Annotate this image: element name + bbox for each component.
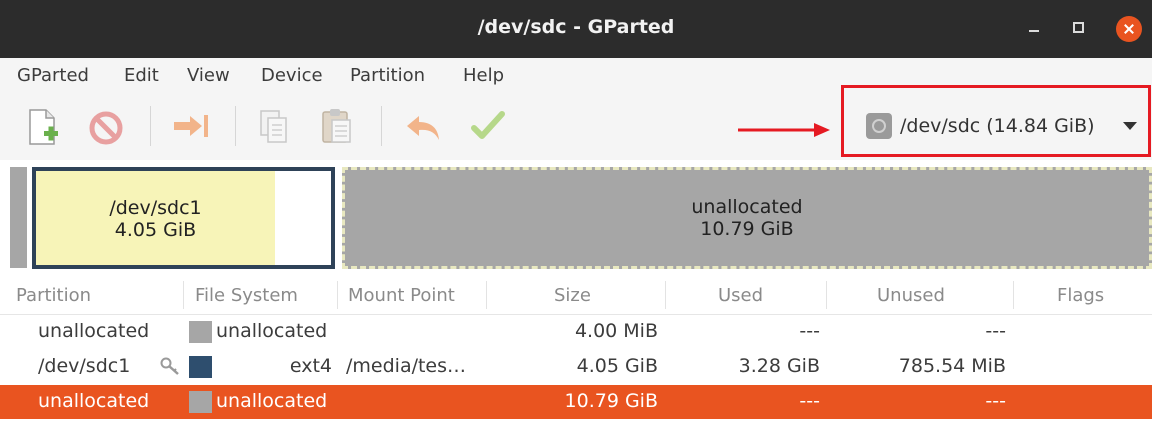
cell-partition: unallocated xyxy=(38,390,150,412)
col-size[interactable]: Size xyxy=(554,285,591,306)
menu-view[interactable]: View xyxy=(187,65,230,86)
cell-used: 3.28 GiB xyxy=(738,355,820,377)
cell-mount: /media/tes… xyxy=(346,355,467,377)
cell-unused: --- xyxy=(985,390,1006,412)
filesystem-color-swatch xyxy=(189,321,212,343)
toolbar-separator xyxy=(235,106,236,146)
partition-sdc1-text: /dev/sdc1 4.05 GiB xyxy=(36,197,275,241)
partition-table: Partition File System Mount Point Size U… xyxy=(0,275,1152,421)
cell-filesystem: unallocated xyxy=(216,390,328,412)
apply-icon[interactable] xyxy=(470,108,506,144)
menu-partition[interactable]: Partition xyxy=(350,65,425,86)
minimize-button[interactable] xyxy=(1026,19,1042,35)
filesystem-color-swatch xyxy=(189,391,212,413)
col-unused[interactable]: Unused xyxy=(877,285,945,306)
unallocated-size: 10.79 GiB xyxy=(700,218,794,240)
undo-icon[interactable] xyxy=(405,110,445,144)
cell-unused: --- xyxy=(985,320,1006,342)
annotation-arrow-icon xyxy=(738,123,830,137)
chevron-down-icon[interactable] xyxy=(1123,122,1137,130)
menu-edit[interactable]: Edit xyxy=(124,65,159,86)
delete-icon[interactable] xyxy=(88,110,124,146)
toolbar-separator xyxy=(150,106,151,146)
column-divider[interactable] xyxy=(826,281,827,309)
table-row-selected[interactable]: unallocated unallocated 10.79 GiB --- --… xyxy=(0,385,1152,419)
new-partition-icon[interactable] xyxy=(26,108,62,148)
partition-size: 4.05 GiB xyxy=(114,219,197,241)
device-selector[interactable]: /dev/sdc (14.84 GiB) xyxy=(866,112,1095,140)
col-file-system[interactable]: File System xyxy=(195,285,298,306)
cell-size: 4.00 MiB xyxy=(574,320,658,342)
key-icon xyxy=(160,357,179,375)
partition-name: /dev/sdc1 xyxy=(109,197,202,219)
cell-size: 10.79 GiB xyxy=(564,390,658,412)
device-label: /dev/sdc (14.84 GiB) xyxy=(900,115,1095,137)
cell-partition: /dev/sdc1 xyxy=(38,355,131,377)
paste-icon[interactable] xyxy=(320,106,354,146)
filesystem-color-swatch xyxy=(189,356,212,378)
unallocated-text: unallocated 10.79 GiB xyxy=(345,196,1149,240)
col-mount-point[interactable]: Mount Point xyxy=(348,285,455,306)
window-title: /dev/sdc - GParted xyxy=(477,16,675,38)
partition-sdc1-block[interactable]: /dev/sdc1 4.05 GiB xyxy=(32,167,335,269)
unallocated-block[interactable]: unallocated 10.79 GiB xyxy=(342,167,1152,269)
col-partition[interactable]: Partition xyxy=(16,285,91,306)
column-divider[interactable] xyxy=(337,281,338,309)
resize-move-icon[interactable] xyxy=(172,112,212,142)
column-divider[interactable] xyxy=(486,281,487,309)
column-divider[interactable] xyxy=(183,281,184,309)
menu-device[interactable]: Device xyxy=(261,65,323,86)
close-button[interactable] xyxy=(1116,16,1142,42)
cell-used: --- xyxy=(799,390,820,412)
cell-size: 4.05 GiB xyxy=(576,355,658,377)
menu-gparted[interactable]: GParted xyxy=(17,65,89,86)
col-used[interactable]: Used xyxy=(718,285,763,306)
maximize-button[interactable] xyxy=(1073,22,1084,33)
title-bar: /dev/sdc - GParted xyxy=(0,0,1152,58)
column-divider[interactable] xyxy=(1013,281,1014,309)
table-row[interactable]: unallocated unallocated 4.00 MiB --- --- xyxy=(0,315,1152,349)
cell-filesystem: unallocated xyxy=(216,320,328,342)
cell-filesystem: ext4 xyxy=(289,355,332,377)
cell-partition: unallocated xyxy=(38,320,150,342)
copy-icon[interactable] xyxy=(258,108,290,146)
table-header: Partition File System Mount Point Size U… xyxy=(0,275,1152,315)
unallocated-leading-segment[interactable] xyxy=(10,167,27,268)
disk-icon xyxy=(866,113,892,139)
unallocated-name: unallocated xyxy=(691,196,803,218)
disk-visualization: /dev/sdc1 4.05 GiB unallocated 10.79 GiB xyxy=(0,160,1152,275)
cell-used: --- xyxy=(799,320,820,342)
menu-help[interactable]: Help xyxy=(463,65,504,86)
toolbar-separator xyxy=(381,106,382,146)
column-divider[interactable] xyxy=(665,281,666,309)
table-row[interactable]: /dev/sdc1 ext4 /media/tes… 4.05 GiB 3.28… xyxy=(0,350,1152,384)
cell-unused: 785.54 MiB xyxy=(898,355,1006,377)
col-flags[interactable]: Flags xyxy=(1057,285,1104,306)
